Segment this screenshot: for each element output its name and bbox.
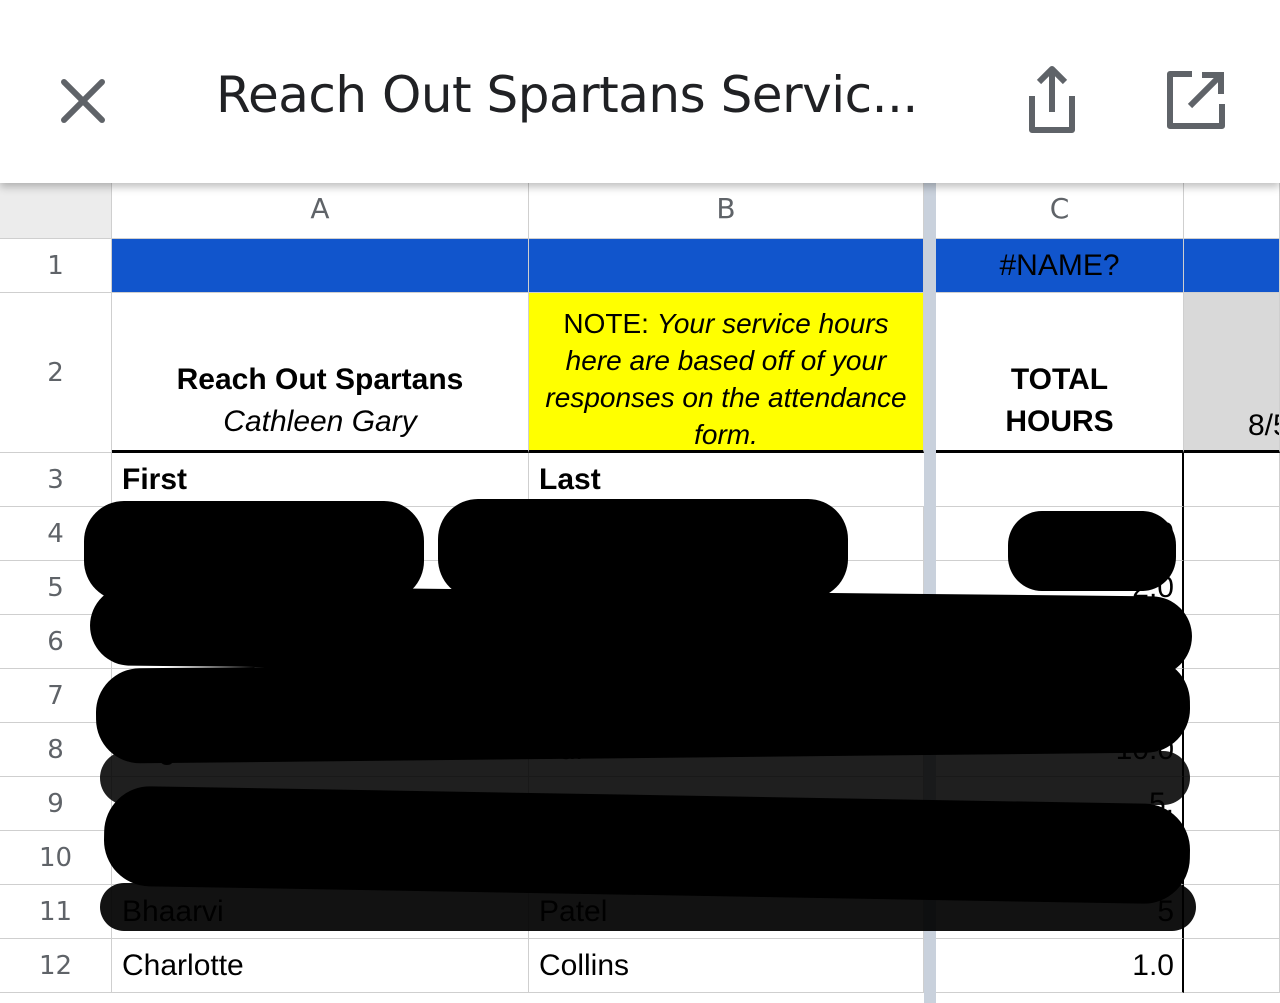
close-button[interactable] <box>50 68 116 134</box>
spreadsheet-grid[interactable]: A B C 1 #NAME? 2 Reach Out Spartans Cath… <box>0 183 1280 1003</box>
row-header-1[interactable]: 1 <box>0 239 112 293</box>
total-hours-cell[interactable]: 1.0 <box>936 939 1184 993</box>
last-name-cell[interactable]: Collins <box>529 939 924 993</box>
cell-a2[interactable]: Reach Out Spartans Cathleen Gary <box>112 293 529 453</box>
redaction-mark <box>1008 511 1176 591</box>
row-header[interactable]: 9 <box>0 777 112 831</box>
redaction-mark <box>438 499 848 599</box>
cell-c3[interactable] <box>936 453 1184 507</box>
date-cell[interactable] <box>1184 669 1280 723</box>
cell-d2[interactable]: 8/5 <box>1184 293 1280 453</box>
row-header[interactable]: 8 <box>0 723 112 777</box>
row-header-2[interactable]: 2 <box>0 293 112 453</box>
date-cell[interactable] <box>1184 561 1280 615</box>
date-header-partial: 8/5 <box>1248 409 1279 442</box>
row-header[interactable]: 10 <box>0 831 112 885</box>
open-in-new-button[interactable] <box>1164 68 1228 132</box>
column-header-a[interactable]: A <box>112 183 529 239</box>
hours-label: HOURS <box>1005 405 1114 438</box>
date-cell[interactable] <box>1184 723 1280 777</box>
column-header-b[interactable]: B <box>529 183 924 239</box>
redaction-mark <box>95 657 1191 764</box>
date-cell[interactable] <box>1184 831 1280 885</box>
coordinator-name: Cathleen Gary <box>223 405 417 438</box>
org-name: Reach Out Spartans <box>176 363 464 396</box>
top-app-bar: Reach Out Spartans Servic... <box>0 0 1280 183</box>
cell-b1[interactable] <box>529 239 924 293</box>
cell-d1[interactable] <box>1184 239 1280 293</box>
share-button[interactable] <box>1022 62 1082 136</box>
cell-a3[interactable]: First <box>112 453 529 507</box>
open-in-new-icon <box>1167 71 1225 129</box>
date-cell[interactable] <box>1184 615 1280 669</box>
redaction-mark <box>100 883 1196 931</box>
row-header-3[interactable]: 3 <box>0 453 112 507</box>
cell-d3[interactable] <box>1184 453 1280 507</box>
date-cell[interactable] <box>1184 777 1280 831</box>
column-header-d[interactable] <box>1184 183 1280 239</box>
document-title: Reach Out Spartans Servic... <box>216 66 918 124</box>
row-header[interactable]: 12 <box>0 939 112 993</box>
close-icon <box>61 79 105 123</box>
cell-b2-note[interactable]: NOTE: Your service hours here are based … <box>529 293 924 453</box>
date-cell[interactable] <box>1184 939 1280 993</box>
share-icon <box>1029 66 1075 133</box>
select-all-corner[interactable] <box>0 183 112 239</box>
row-header[interactable]: 11 <box>0 885 112 939</box>
cell-c2[interactable]: TOTAL HOURS <box>936 293 1184 453</box>
first-name-cell[interactable]: Charlotte <box>112 939 529 993</box>
date-cell[interactable] <box>1184 885 1280 939</box>
cell-a1[interactable] <box>112 239 529 293</box>
date-cell[interactable] <box>1184 507 1280 561</box>
total-label: TOTAL <box>1010 363 1109 396</box>
cell-c1[interactable]: #NAME? <box>936 239 1184 293</box>
column-header-c[interactable]: C <box>936 183 1184 239</box>
note-prefix: NOTE: <box>563 308 649 339</box>
